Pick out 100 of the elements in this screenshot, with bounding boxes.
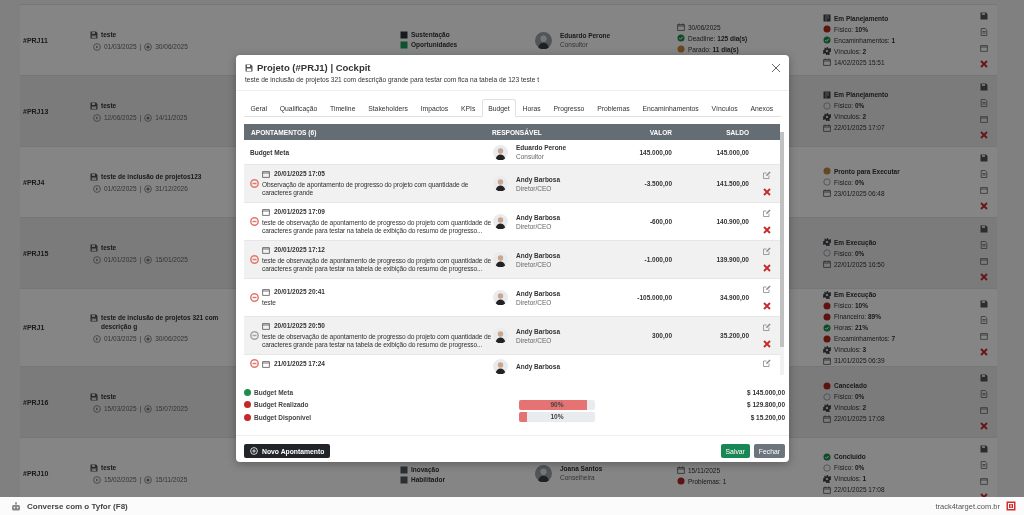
save-icon [90, 30, 98, 39]
target-icon [144, 184, 153, 193]
empty-circle-icon [823, 392, 831, 401]
edit-icon[interactable] [762, 359, 771, 367]
empty-circle-icon [823, 101, 831, 110]
document-icon[interactable] [979, 28, 988, 36]
save-icon[interactable] [979, 154, 988, 162]
gear-icon [823, 238, 831, 246]
save-icon [90, 463, 98, 472]
document-icon[interactable] [979, 170, 988, 178]
calendar-icon[interactable] [979, 115, 988, 123]
calendar-icon [823, 485, 831, 494]
calendar-icon [262, 359, 270, 368]
calendar-icon[interactable] [979, 257, 988, 265]
calendar-icon [262, 321, 270, 330]
save-icon [90, 392, 98, 401]
calendar-icon [823, 356, 831, 365]
start-icon [93, 184, 101, 193]
start-icon [93, 475, 101, 484]
gear-icon [823, 112, 831, 121]
gear-icon [823, 474, 831, 483]
calendar-icon [262, 169, 270, 178]
target-icon [144, 113, 153, 122]
delete-icon[interactable] [979, 202, 988, 210]
calendar-icon [677, 23, 685, 31]
save-icon [245, 63, 253, 72]
delete-icon[interactable] [979, 273, 988, 281]
empty-circle-icon [823, 463, 831, 472]
start-icon [93, 113, 101, 122]
document-icon[interactable] [979, 241, 988, 249]
edit-icon[interactable] [762, 247, 771, 255]
document-icon[interactable] [979, 461, 988, 469]
save-icon [90, 172, 98, 181]
chat-link[interactable]: Converse com o Tyfor (F8) [27, 501, 128, 511]
calendar-icon[interactable] [979, 331, 988, 340]
delete-icon[interactable] [762, 302, 771, 310]
robot-icon[interactable] [11, 501, 21, 511]
avatar [493, 144, 508, 160]
avatar [493, 328, 508, 343]
calendar-icon [677, 466, 685, 474]
gear-icon [823, 47, 831, 55]
minus-circle-icon[interactable] [250, 255, 259, 264]
delete-icon[interactable] [762, 226, 771, 234]
gear-icon [823, 403, 831, 412]
save-icon[interactable] [979, 12, 988, 20]
delete-icon[interactable] [979, 60, 988, 68]
save-icon [90, 243, 98, 252]
edit-icon[interactable] [762, 285, 771, 293]
empty-circle-icon [823, 249, 831, 257]
delete-icon[interactable] [762, 188, 771, 196]
calendar-icon[interactable] [979, 406, 988, 414]
calendar-icon[interactable] [979, 477, 988, 485]
board-icon [823, 14, 831, 22]
close-icon[interactable] [771, 63, 781, 73]
avatar [493, 290, 508, 305]
avatar [535, 31, 552, 49]
save-icon[interactable] [979, 225, 988, 233]
calendar-icon [262, 207, 270, 216]
save-icon[interactable] [979, 374, 988, 382]
save-icon [90, 101, 98, 110]
avatar [493, 214, 508, 229]
board-icon [823, 90, 831, 99]
target-icon [144, 404, 153, 413]
gear-icon [823, 345, 831, 354]
edit-icon[interactable] [762, 171, 771, 179]
delete-icon[interactable] [762, 340, 771, 348]
calendar-icon[interactable] [979, 44, 988, 52]
save-icon[interactable] [979, 299, 988, 308]
avatar [493, 176, 508, 191]
target-icon [144, 42, 153, 51]
delete-icon[interactable] [979, 422, 988, 430]
document-icon[interactable] [979, 315, 988, 324]
delete-icon[interactable] [979, 347, 988, 356]
logo-icon [1006, 501, 1016, 511]
avatar [535, 464, 552, 482]
save-icon[interactable] [979, 445, 988, 453]
minus-circle-icon[interactable] [250, 217, 259, 226]
avatar [493, 252, 508, 267]
save-icon[interactable] [979, 83, 988, 91]
calendar-icon [823, 189, 831, 197]
start-icon [93, 404, 101, 413]
start-icon [93, 42, 101, 51]
target-icon [144, 475, 153, 484]
target-icon [144, 334, 153, 343]
document-icon[interactable] [979, 99, 988, 107]
calendar-icon [823, 414, 831, 423]
edit-icon[interactable] [762, 323, 771, 331]
calendar-icon [262, 287, 270, 296]
minus-circle-icon[interactable] [250, 331, 259, 340]
plus-circle-icon [250, 447, 258, 455]
edit-icon[interactable] [762, 209, 771, 217]
delete-icon[interactable] [762, 264, 771, 272]
calendar-icon [262, 245, 270, 254]
minus-circle-icon[interactable] [250, 293, 259, 302]
delete-icon[interactable] [979, 131, 988, 139]
document-icon[interactable] [979, 390, 988, 398]
calendar-icon[interactable] [979, 186, 988, 194]
minus-circle-icon[interactable] [250, 359, 259, 368]
minus-circle-icon[interactable] [250, 179, 259, 188]
calendar-icon [823, 123, 831, 132]
